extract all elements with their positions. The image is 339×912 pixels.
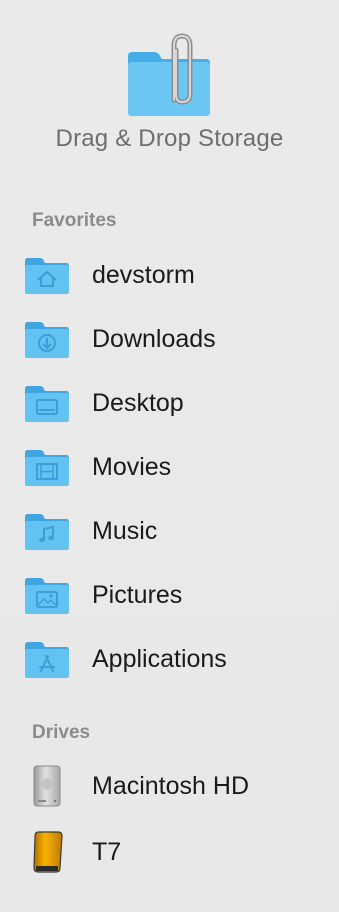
sidebar-item-devstorm[interactable]: devstorm <box>22 249 322 301</box>
paperclip-folder-icon <box>128 33 210 116</box>
sidebar-item-label: devstorm <box>92 260 195 289</box>
sidebar-item-macintosh-hd[interactable]: Macintosh HD <box>22 760 322 812</box>
sidebar: Drag & Drop Storage Favorites devstorm D… <box>0 0 339 912</box>
app-header: Drag & Drop Storage <box>0 0 339 170</box>
sidebar-item-t7[interactable]: T7 <box>22 826 322 878</box>
sidebar-item-pictures[interactable]: Pictures <box>22 569 322 621</box>
pictures-folder-icon <box>25 578 69 614</box>
sidebar-item-label: Movies <box>92 452 172 481</box>
external-drive-icon <box>33 831 63 873</box>
applications-folder-icon <box>25 642 69 678</box>
sidebar-item-desktop[interactable]: Desktop <box>22 377 322 429</box>
sidebar-item-label: T7 <box>92 837 122 866</box>
desktop-folder-icon <box>25 386 69 422</box>
sidebar-item-music[interactable]: Music <box>22 505 322 557</box>
internal-drive-icon <box>33 765 61 807</box>
drives-header: Drives <box>32 722 91 743</box>
sidebar-item-label: Desktop <box>92 388 184 417</box>
favorites-header: Favorites <box>32 210 117 231</box>
movies-folder-icon <box>25 450 69 486</box>
sidebar-item-downloads[interactable]: Downloads <box>22 313 322 365</box>
sidebar-item-label: Pictures <box>92 580 183 609</box>
sidebar-item-applications[interactable]: Applications <box>22 633 322 685</box>
sidebar-item-label: Macintosh HD <box>92 771 249 800</box>
downloads-folder-icon <box>25 322 69 358</box>
sidebar-item-label: Music <box>92 516 158 545</box>
sidebar-item-label: Applications <box>92 644 227 673</box>
sidebar-item-movies[interactable]: Movies <box>22 441 322 493</box>
app-title: Drag & Drop Storage <box>55 125 284 152</box>
home-folder-icon <box>25 258 69 294</box>
sidebar-item-label: Downloads <box>92 324 216 353</box>
music-folder-icon <box>25 514 69 550</box>
